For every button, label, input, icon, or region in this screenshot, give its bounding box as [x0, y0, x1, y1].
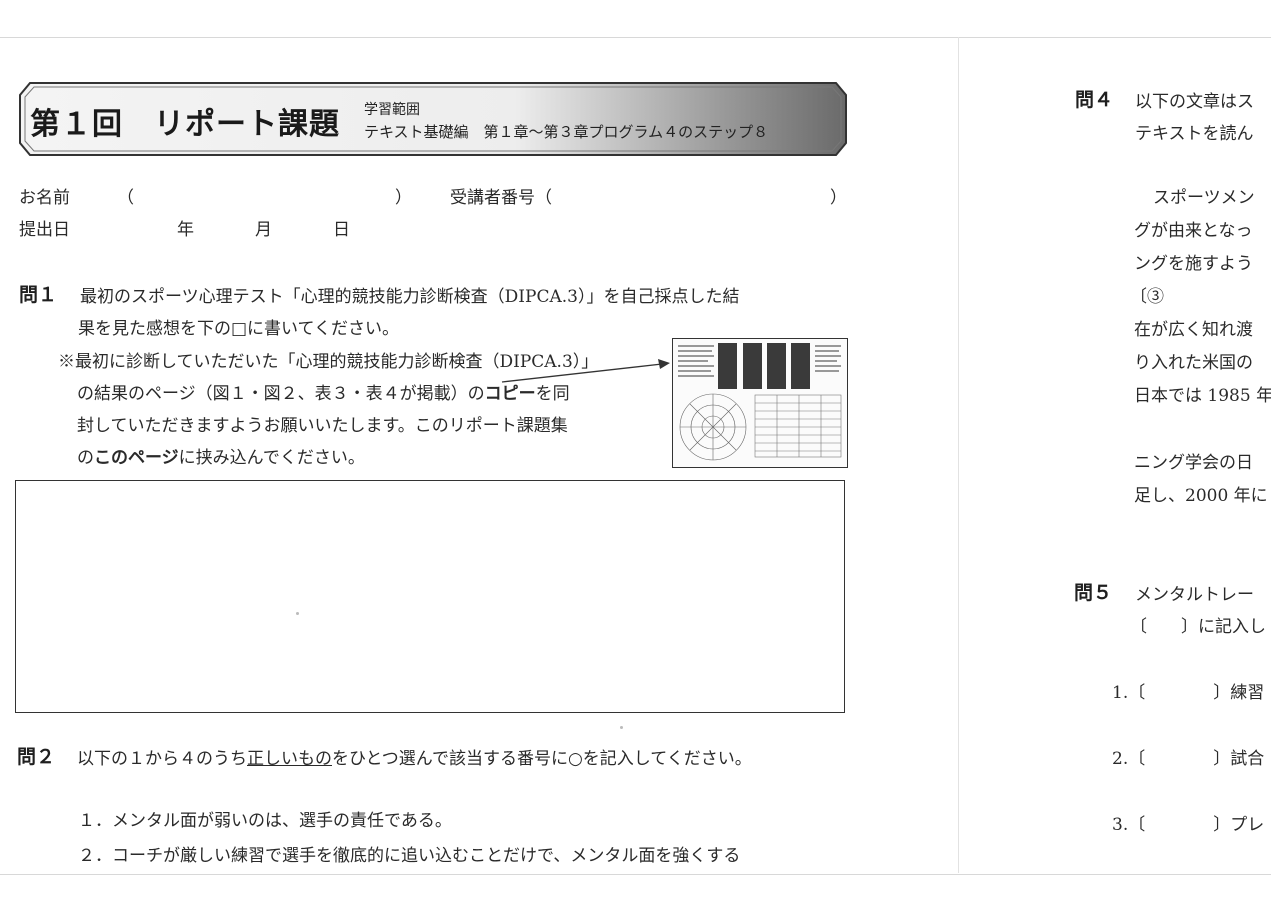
name-label: お名前: [19, 188, 70, 208]
q2-label: 問２: [17, 746, 56, 768]
q5-item-3-num: 3.: [1112, 815, 1129, 835]
year-label: 年: [177, 220, 194, 240]
q5-item-2-blank[interactable]: 〔 〕: [1128, 749, 1230, 769]
speck: [296, 612, 299, 615]
name-close-paren: ）: [395, 188, 412, 208]
q5-line-1: メンタルトレー: [1135, 585, 1254, 605]
q2-option-2: ２．コーチが厳しい練習で選手を徹底的に追い込むことだけで、メンタル面を強くする: [78, 846, 741, 866]
q4-passage-7: 日本では 1985 年: [1134, 386, 1271, 406]
q5-item-1-num: 1.: [1112, 683, 1129, 703]
q4-passage-2: グが由来となっ: [1134, 221, 1253, 241]
q1-answer-box[interactable]: [15, 480, 845, 713]
q4-label: 問４: [1075, 89, 1114, 111]
q5-item-1: 1.〔 〕練習: [1112, 678, 1264, 703]
student-id-close-paren: ）: [830, 188, 847, 208]
q1-note-copy: コピー: [484, 384, 536, 404]
q1-note-2-text: の結果のページ（図１・図２、表３・表４が掲載）の: [77, 384, 485, 404]
q4-passage-1: スポーツメン: [1153, 188, 1255, 208]
month-label: 月: [255, 220, 272, 240]
q2-line-tail: をひとつ選んで該当する番号に○を記入してください。: [332, 749, 752, 769]
q2-line-head: 以下の１から４のうち: [77, 749, 247, 769]
pointer-arrow: [501, 359, 670, 383]
q5-item-3-blank[interactable]: 〔 〕: [1128, 815, 1230, 835]
speck: [620, 726, 623, 729]
q1-note-2-tail: を同: [535, 384, 570, 404]
q1-note-4-tail: に挟み込んでください。: [178, 448, 365, 468]
q1-label: 問１: [19, 284, 58, 306]
range-label: 学習範囲: [364, 102, 420, 118]
q1-note-4: のこのページに挟み込んでください。: [77, 443, 365, 468]
q2-correct-ones: 正しいもの: [247, 749, 332, 769]
q1-note-4-head: の: [77, 448, 94, 468]
title-banner: 第１回 リポート課題 学習範囲 テキスト基礎編 第１章〜第３章プログラム４のステ…: [18, 81, 848, 157]
q5-item-2: 2.〔 〕試合: [1112, 744, 1264, 769]
q4-passage-blank: 〔③: [1130, 287, 1164, 307]
q5-item-1-text: 練習: [1230, 683, 1265, 703]
q4-passage-8: ニング学会の日: [1134, 453, 1253, 473]
q5-item-1-blank[interactable]: 〔 〕: [1128, 683, 1230, 703]
q5-item-2-text: 試合: [1230, 749, 1265, 769]
q1-line-2: 果を見た感想を下の□に書いてください。: [78, 319, 400, 339]
q1-line-1: 最初のスポーツ心理テスト「心理的競技能力診断検査（DIPCA.3）」を自己採点し…: [80, 287, 740, 307]
q5-label: 問５: [1074, 582, 1113, 604]
page-title: 第１回 リポート課題: [30, 107, 340, 142]
range-text: テキスト基礎編 第１章〜第３章プログラム４のステップ８: [364, 123, 769, 141]
q4-passage-3: ングを施すよう: [1134, 254, 1253, 274]
q1-note-2: の結果のページ（図１・図２、表３・表４が掲載）のコピーを同: [77, 379, 570, 404]
date-label: 提出日: [19, 220, 70, 240]
q4-passage-5: 在が広く知れ渡: [1134, 320, 1253, 340]
q4-passage-9: 足し、2000 年に: [1134, 486, 1268, 506]
q5-item-3-text: プレ: [1230, 815, 1265, 835]
day-label: 日: [333, 220, 350, 240]
q4-line-1: 以下の文章はス: [1135, 92, 1254, 112]
q5-line-2: 〔 〕に記入し: [1130, 617, 1266, 637]
thumbnail-drawing: [678, 343, 842, 461]
q2-line: 以下の１から４のうち正しいものをひとつ選んで該当する番号に○を記入してください。: [77, 744, 752, 769]
q4-line-2: テキストを読ん: [1135, 124, 1254, 144]
q5-item-2-num: 2.: [1112, 749, 1129, 769]
name-open-paren: （: [117, 188, 134, 208]
q1-note-3: 封していただきますようお願いいたします。このリポート課題集: [77, 416, 568, 436]
q5-item-3: 3.〔 〕プレ: [1112, 810, 1264, 835]
q2-option-1: １．メンタル面が弱いのは、選手の責任である。: [78, 811, 452, 831]
page-gutter: [958, 37, 959, 873]
q4-passage-6: り入れた米国の: [1134, 353, 1253, 373]
result-page-thumbnail: [672, 338, 848, 468]
student-id-label: 受講者番号（: [450, 188, 552, 208]
q1-note-this-page: このページ: [94, 448, 179, 468]
